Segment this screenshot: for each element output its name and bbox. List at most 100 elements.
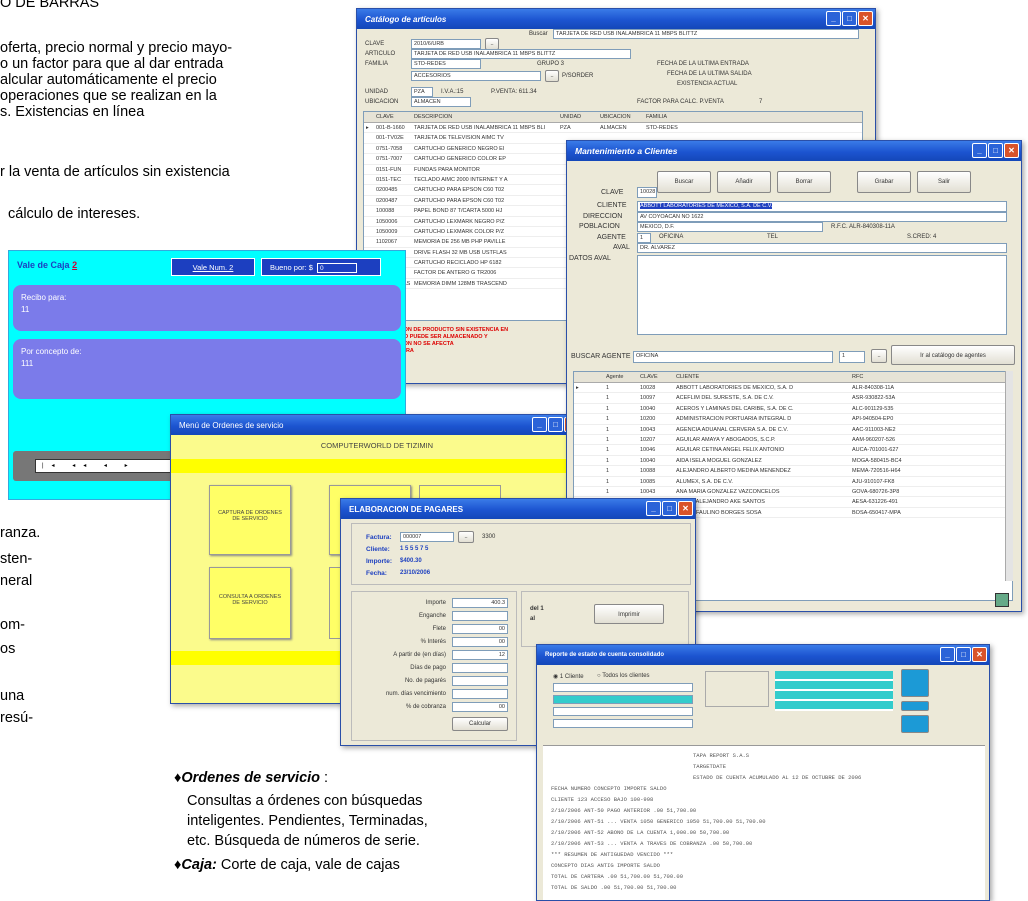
- minimize-icon[interactable]: _: [532, 417, 547, 432]
- catalog-familia2-field[interactable]: ACCESORIOS: [411, 71, 541, 81]
- table-cell: 1050009: [376, 228, 398, 235]
- catalog-ubicacion-field[interactable]: ALMACEN: [411, 97, 471, 107]
- minimize-icon[interactable]: _: [826, 11, 841, 26]
- table-row[interactable]: 1 10200 ADMINISTRACION PORTUARIA INTEGRAL …: [574, 414, 1012, 425]
- close-icon[interactable]: ✕: [678, 501, 693, 516]
- close-icon[interactable]: ✕: [972, 647, 987, 662]
- maximize-icon[interactable]: □: [548, 417, 563, 432]
- clients-poblacion-field[interactable]: MEXICO, D.F.: [637, 222, 823, 232]
- agentes-catalog-button[interactable]: Ir al catálogo de agentes: [891, 345, 1015, 365]
- table-cell: 1: [606, 395, 610, 402]
- brochure-line-12: om-: [0, 617, 25, 633]
- table-row[interactable]: 1 10043 ANA MARIA GONZALEZ VAZCONCELOS GOVA…: [574, 487, 1012, 498]
- clients-direccion-field[interactable]: AV COYOACAN NO 1622: [637, 212, 1007, 222]
- catalog-familia-search-button[interactable]: ..: [545, 70, 559, 82]
- clients-spin-field[interactable]: 1: [839, 351, 865, 363]
- pagares-form-field[interactable]: [452, 676, 508, 686]
- pagares-form-field[interactable]: [452, 689, 508, 699]
- caja-recibo-value[interactable]: 11: [21, 305, 393, 314]
- grabar-button[interactable]: Grabar: [857, 171, 911, 193]
- pagares-form-field[interactable]: 00: [452, 702, 508, 712]
- table-row[interactable]: 1 10088 ALEJANDRO ALBERTO MEDINA MENENDEZ M…: [574, 466, 1012, 477]
- buscar-button[interactable]: Buscar: [657, 171, 711, 193]
- table-cell: ANA MARIA GONZALEZ VAZCONCELOS: [676, 488, 780, 495]
- maximize-icon[interactable]: □: [988, 143, 1003, 158]
- report-client-field-4[interactable]: [553, 719, 693, 728]
- clients-agente-field[interactable]: 1: [637, 233, 651, 243]
- pagares-form-field[interactable]: [452, 611, 508, 621]
- pagares-factura-field[interactable]: 000007: [400, 532, 454, 542]
- pagares-del-label: del 1: [530, 606, 544, 612]
- clients-buscar-agente-field[interactable]: OFICINA: [633, 351, 833, 363]
- table-row[interactable]: 1 10207 AGUILAR AMAYA Y ABOGADOS, S.C.P. AA…: [574, 435, 1012, 446]
- table-row[interactable]: ▸ 1 10028 ABBOTT LABORATORIES DE MEXICO, S.…: [574, 383, 1012, 394]
- minimize-icon[interactable]: _: [940, 647, 955, 662]
- catalog-clave-field[interactable]: 2010/6/URB: [411, 39, 481, 49]
- maximize-icon[interactable]: □: [956, 647, 971, 662]
- catalog-grupo-label: GRUPO 3: [537, 61, 565, 67]
- maximize-icon[interactable]: □: [842, 11, 857, 26]
- report-client-field-3[interactable]: [553, 707, 693, 716]
- caja-nav-strip[interactable]: |◂ ◂◂ ◂ ▸: [35, 459, 173, 473]
- calcular-button[interactable]: Calcular: [452, 717, 508, 731]
- table-row[interactable]: 1 10046 AGUILAR CETINA ANGEL FELIX ANTONIO…: [574, 445, 1012, 456]
- report-radio-1[interactable]: ◉ 1 Cliente: [553, 673, 584, 680]
- catalog-unidad-label: UNIDAD: [365, 89, 389, 95]
- table-row[interactable]: ▸ 001-B-1660 TARJETA DE RED USB INALAMBRIC…: [364, 123, 862, 134]
- table-row[interactable]: 1 10043 AGENCIA ADUANAL CERVERA S.A. DE C.…: [574, 425, 1012, 435]
- ordenes-tile-consulta[interactable]: CONSULTA A ORDENES DE SERVICIO: [209, 567, 291, 639]
- table-row[interactable]: 1 10040 ACEROS Y LAMINAS DEL CARIBE, S.A. …: [574, 404, 1012, 415]
- table-row[interactable]: 1 10097 ACEFLIM DEL SURESTE, S.A. DE C.V. A…: [574, 393, 1012, 404]
- table-row[interactable]: 1 10085 ALUMEX, S.A. DE C.V. AJU-910107-FK8: [574, 477, 1012, 487]
- caja-bueno-label: Bueno por: $: [270, 263, 313, 272]
- catalog-familia-field[interactable]: STD-REDES: [411, 59, 481, 69]
- table-row[interactable]: 1 10040 AIDA ISELA MOGUEL GONZALEZ MOGA-580…: [574, 456, 1012, 467]
- report-run-button[interactable]: [901, 669, 929, 697]
- report-option-button-1[interactable]: [901, 701, 929, 711]
- table-cell: 10040: [640, 457, 656, 464]
- close-icon[interactable]: ✕: [1004, 143, 1019, 158]
- pagares-form-field[interactable]: 00: [452, 637, 508, 647]
- clients-aval-field[interactable]: DR. ALVAREZ: [637, 243, 1007, 253]
- pagares-form-label: % de cobranza: [405, 704, 446, 710]
- pagares-form-field[interactable]: 00: [452, 624, 508, 634]
- caja-nav-bar: |◂ ◂◂ ◂ ▸: [13, 451, 173, 481]
- col-clave: CLAVE: [376, 114, 394, 120]
- report-client-field-2[interactable]: [553, 695, 693, 704]
- clients-clave-field[interactable]: 10028: [637, 187, 657, 198]
- borrar-button[interactable]: Borrar: [777, 171, 831, 193]
- imprimir-button[interactable]: Imprimir: [594, 604, 664, 624]
- pagares-factura-search-button[interactable]: ..: [458, 531, 474, 543]
- report-client-field-1[interactable]: [553, 683, 693, 692]
- minimize-icon[interactable]: _: [972, 143, 987, 158]
- catalog-unidad-field[interactable]: PZA: [411, 87, 433, 97]
- caja-concepto-value[interactable]: 111: [21, 359, 393, 368]
- caja-vale-pill[interactable]: Vale Num. 2: [171, 258, 255, 276]
- pagares-form-field[interactable]: [452, 663, 508, 673]
- caja-number: 2: [72, 260, 78, 270]
- anadir-button[interactable]: Añadir: [717, 171, 771, 193]
- minimize-icon[interactable]: _: [646, 501, 661, 516]
- catalog-articulo-field[interactable]: TARJETA DE RED USB INALAMBRICA 11 MBPS B…: [411, 49, 631, 59]
- clients-datos-aval-field[interactable]: [637, 255, 1007, 335]
- clients-cliente-field[interactable]: ABBOTT LABORATORIES DE MEXICO, S.A. DE C…: [637, 201, 1007, 212]
- clients-spin-go-button[interactable]: ..: [871, 349, 887, 363]
- ordenes-tile-captura[interactable]: CAPTURA DE ORDENES DE SERVICIO: [209, 485, 291, 555]
- brochure-line-6: s. Existencias en línea: [0, 104, 145, 120]
- caja-bueno-field[interactable]: 0: [317, 263, 358, 273]
- caja-concepto-label: Por concepto de:: [21, 347, 82, 356]
- maximize-icon[interactable]: □: [662, 501, 677, 516]
- table-cell: 0151-TEC: [376, 176, 402, 183]
- close-icon[interactable]: ✕: [858, 11, 873, 26]
- report-option-button-2[interactable]: [901, 715, 929, 733]
- table-cell: 100088: [376, 208, 395, 215]
- salir-button[interactable]: Salir: [917, 171, 971, 193]
- catalog-buscar-field[interactable]: TARJETA DE RED USB INALAMBRICA 11 MBPS B…: [553, 29, 859, 39]
- pagares-form-field[interactable]: 400.3: [452, 598, 508, 608]
- clients-corner-icon[interactable]: [995, 593, 1009, 607]
- pagares-form-field[interactable]: 12: [452, 650, 508, 660]
- clients-scred-label: S.CRED: 4: [907, 234, 937, 240]
- report-radio-2[interactable]: ○ Todos los clientes: [597, 673, 650, 679]
- clients-scrollbar[interactable]: [1005, 371, 1013, 581]
- catalog-existencia-label: EXISTENCIA ACTUAL: [677, 81, 738, 87]
